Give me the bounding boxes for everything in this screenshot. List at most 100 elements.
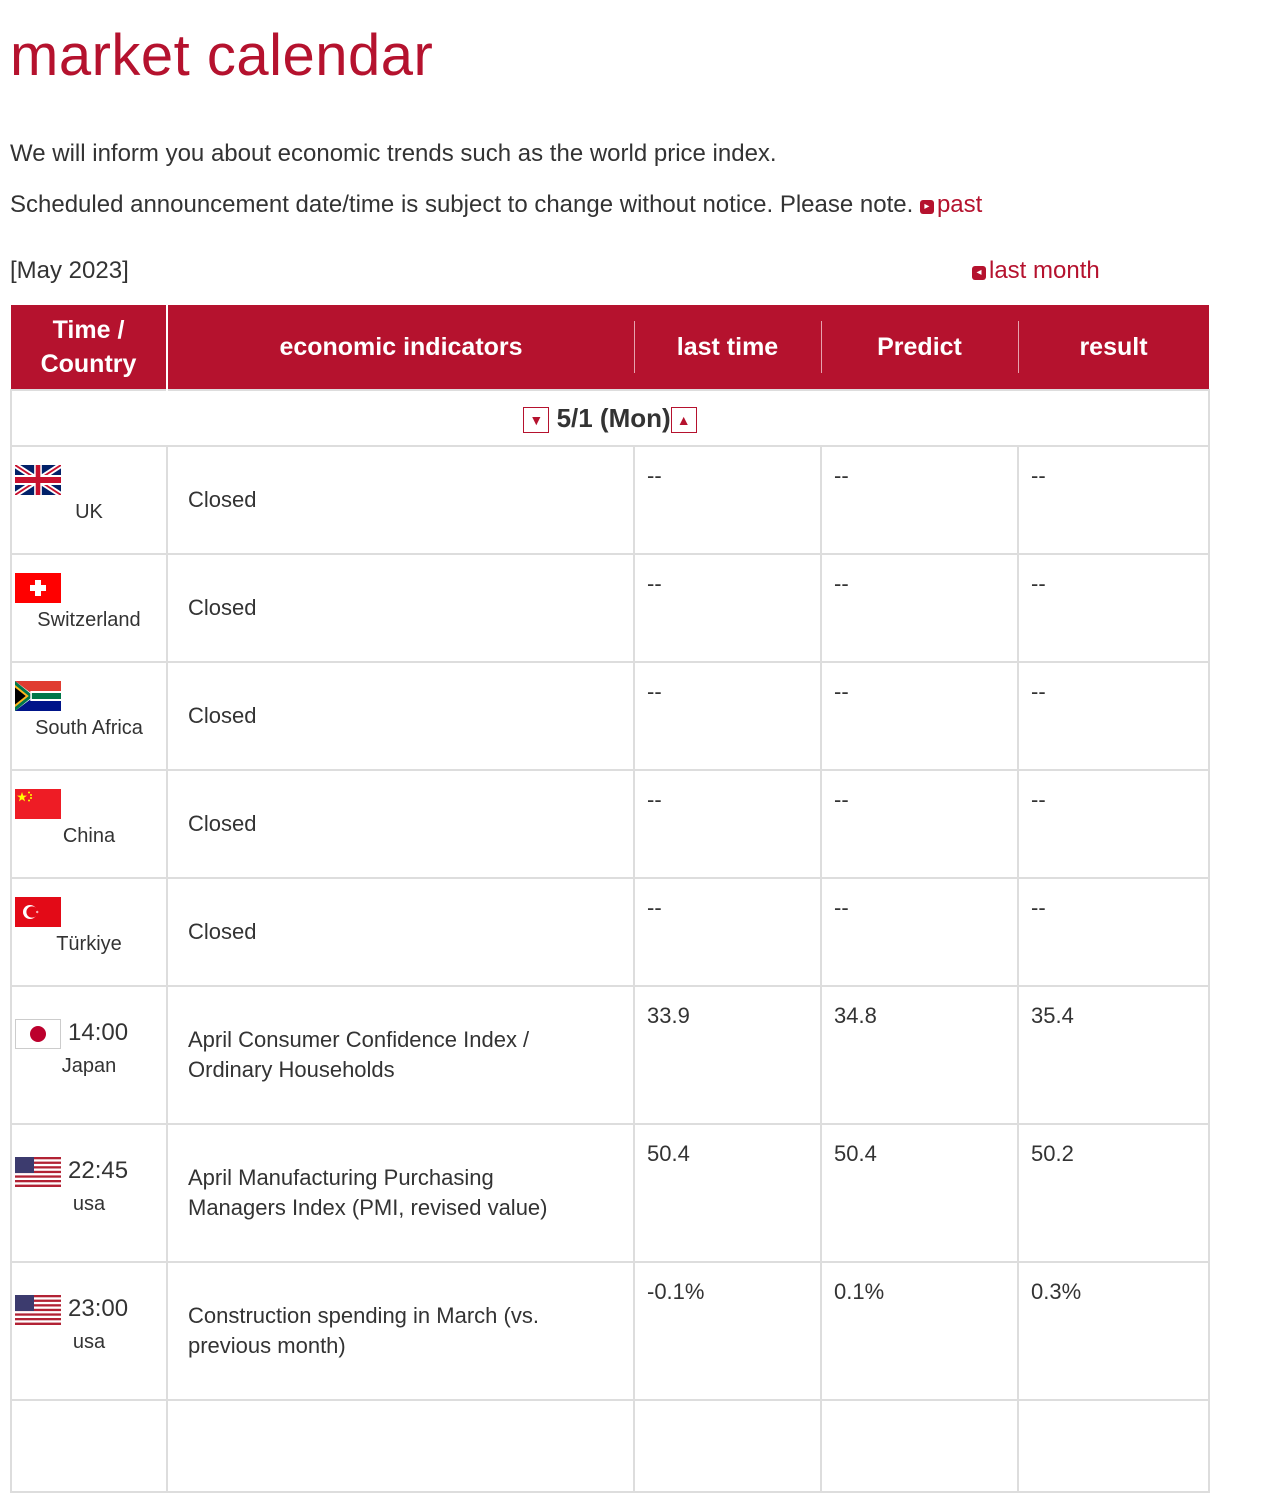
date-label: 5/1 (Mon): [556, 402, 671, 433]
indicator-cell: April Consumer Confidence Index / Ordinar…: [166, 985, 635, 1125]
header-indicators: economic indicators: [167, 305, 634, 390]
table-row: 22:45 usa April Manufacturing Purchasing…: [10, 1123, 1210, 1263]
last-time-cell: [633, 1399, 822, 1493]
header-row: Time / Country economic indicators last t…: [11, 305, 1209, 390]
time-country-cell: 14:00 Japan: [10, 985, 168, 1125]
result-cell: --: [1017, 445, 1210, 555]
country-label: Japan: [61, 1055, 117, 1077]
last-time-cell: --: [633, 553, 822, 663]
time-country-cell: Türkiye: [10, 877, 168, 987]
scroll-up-icon[interactable]: ▲: [670, 406, 697, 433]
indicator-cell: Closed: [166, 553, 635, 663]
time-country-cell: [10, 1399, 168, 1493]
predict-cell: --: [820, 553, 1019, 663]
table-row: 23:00 usa Construction spending in March…: [10, 1261, 1210, 1401]
last-time-cell: 33.9: [633, 985, 822, 1125]
table-row: Türkiye Closed -- -- --: [10, 877, 1210, 987]
date-row: ▼ 5/1 (Mon) ▲: [10, 389, 1210, 447]
country-label: usa: [72, 1331, 106, 1353]
predict-cell: --: [820, 769, 1019, 879]
last-time-cell: --: [633, 661, 822, 771]
indicator-cell: Closed: [166, 769, 635, 879]
table-row: [10, 1399, 1210, 1493]
header-time-label: Time /: [52, 316, 125, 344]
time-country-cell: 23:00 usa: [10, 1261, 168, 1401]
predict-cell: --: [820, 877, 1019, 987]
time-country-cell: UK: [10, 445, 168, 555]
date-cell: ▼ 5/1 (Mon) ▲: [10, 389, 1210, 447]
country-label: UK: [75, 501, 103, 523]
indicator-cell: Closed: [166, 661, 635, 771]
time-label: 23:00: [68, 1295, 129, 1322]
intro-line-2-text: Scheduled announcement date/time is subj…: [10, 191, 914, 218]
country-label: usa: [72, 1193, 106, 1215]
month-label: [May 2023]: [10, 257, 129, 284]
table-row: South Africa Closed -- -- --: [10, 661, 1210, 771]
time-country-cell: China: [10, 769, 168, 879]
intro-line-1: We will inform you about economic trends…: [10, 140, 777, 167]
time-label: 22:45: [68, 1157, 129, 1184]
result-cell: --: [1017, 877, 1210, 987]
past-link-label: past: [936, 191, 983, 218]
predict-cell: --: [820, 445, 1019, 555]
calendar-table: Time / Country economic indicators last t…: [10, 305, 1210, 1493]
indicator-line-2: Ordinary Households: [188, 1057, 395, 1082]
arrow-left-icon: ◂: [972, 266, 986, 280]
indicator-line-2: Managers Index (PMI, revised value): [188, 1195, 548, 1220]
indicator-line-1: Construction spending in March (vs.: [188, 1303, 539, 1328]
header-country-label: Country: [40, 350, 137, 378]
indicator-cell: Closed: [166, 877, 635, 987]
japan-flag-icon: [15, 1019, 61, 1049]
result-cell: --: [1017, 661, 1210, 771]
country-label: China: [62, 825, 116, 847]
table-row: 14:00 Japan April Consumer Confidence In…: [10, 985, 1210, 1125]
result-cell: --: [1017, 553, 1210, 663]
table-row: China Closed -- -- --: [10, 769, 1210, 879]
predict-cell: 50.4: [820, 1123, 1019, 1263]
time-country-cell: South Africa: [10, 661, 168, 771]
intro-line-2: Scheduled announcement date/time is subj…: [10, 191, 982, 219]
switzerland-flag-icon: [15, 573, 61, 603]
arrow-right-icon: ▸: [919, 200, 934, 214]
last-time-cell: --: [633, 445, 822, 555]
last-time-cell: 50.4: [633, 1123, 822, 1263]
last-time-cell: --: [633, 877, 822, 987]
indicator-cell: [166, 1399, 635, 1493]
time-label: 14:00: [68, 1019, 129, 1046]
result-cell: 50.2: [1017, 1123, 1210, 1263]
indicator-line-1: April Manufacturing Purchasing: [188, 1165, 494, 1190]
table-row: UK Closed -- -- --: [10, 445, 1210, 555]
indicator-cell: Closed: [166, 445, 635, 555]
last-time-cell: --: [633, 769, 822, 879]
predict-cell: 34.8: [820, 985, 1019, 1125]
south-africa-flag-icon: [15, 681, 61, 711]
indicator-cell: April Manufacturing Purchasing Managers I…: [166, 1123, 635, 1263]
usa-flag-icon: [15, 1157, 61, 1187]
result-cell: 0.3%: [1017, 1261, 1210, 1401]
past-link[interactable]: ▸ past: [919, 191, 983, 218]
turkiye-flag-icon: [15, 897, 61, 927]
last-time-cell: -0.1%: [633, 1261, 822, 1401]
china-flag-icon: [15, 789, 61, 819]
last-month-link-label: last month: [989, 257, 1100, 284]
table-row: Switzerland Closed -- -- --: [10, 553, 1210, 663]
result-cell: 35.4: [1017, 985, 1210, 1125]
header-time-country: Time / Country: [11, 305, 168, 390]
country-label: South Africa: [35, 717, 143, 739]
uk-flag-icon: [15, 465, 61, 495]
time-country-cell: Switzerland: [10, 553, 168, 663]
indicator-line-1: April Consumer Confidence Index /: [188, 1027, 530, 1052]
result-cell: --: [1017, 769, 1210, 879]
indicator-cell: Construction spending in March (vs. previ…: [166, 1261, 635, 1401]
country-label: Türkiye: [56, 933, 122, 955]
header-predict: Predict: [821, 305, 1018, 390]
country-label: Switzerland: [37, 609, 141, 631]
header-result: result: [1018, 305, 1209, 390]
result-cell: [1017, 1399, 1210, 1493]
last-month-link[interactable]: ◂ last month: [972, 257, 1100, 285]
predict-cell: 0.1%: [820, 1261, 1019, 1401]
header-last-time: last time: [634, 305, 821, 390]
page-title: market calendar: [10, 23, 434, 88]
scroll-down-icon[interactable]: ▼: [523, 406, 550, 433]
predict-cell: --: [820, 661, 1019, 771]
